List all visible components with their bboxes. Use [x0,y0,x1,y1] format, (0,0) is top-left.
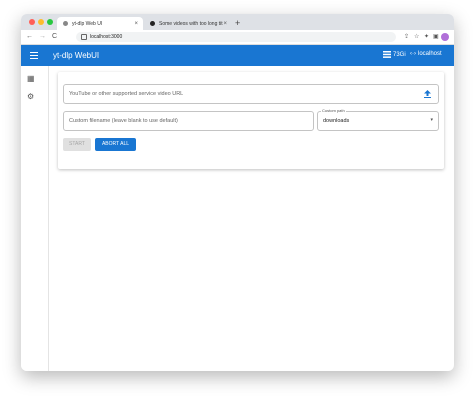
close-window-dot[interactable] [29,19,35,25]
disk-free: 73Gi [393,51,406,58]
start-button[interactable]: START [63,138,91,151]
path-select[interactable]: Custom path downloads ▾ [317,108,439,131]
upload-icon[interactable] [424,90,431,98]
lock-icon [81,33,87,40]
minimize-window-dot[interactable] [38,19,44,25]
browser-toolbar: ← → C localhost:3000 ⇪ ☆ ✦ ▣ [21,30,454,45]
app-bar: yt-dlp WebUI 73Gi ‹·› localhost [21,45,454,66]
extensions-icon[interactable]: ✦ [424,33,429,41]
bookmark-star-icon[interactable]: ☆ [414,33,419,41]
new-tab-button[interactable]: + [235,17,240,29]
dashboard-icon[interactable]: ▦ [27,74,35,83]
tab-strip: yt-dlp Web UI × Some videos with too lon… [21,14,454,30]
tab-github[interactable]: Some videos with too long tit… × [144,17,232,30]
sidebar-panel-icon[interactable]: ▣ [433,33,439,41]
path-value: downloads [323,118,350,124]
connection-icon: ‹·› [410,51,416,57]
host-status: ‹·› localhost [410,51,442,57]
host-name: localhost [418,51,442,57]
forward-button[interactable]: → [39,32,46,42]
disk-status: 73Gi [383,51,406,58]
reload-button[interactable]: C [52,32,57,42]
abort-all-button[interactable]: ABORT ALL [95,138,136,151]
close-tab-icon[interactable]: × [223,21,227,27]
back-button[interactable]: ← [26,32,33,42]
share-icon[interactable]: ⇪ [404,33,409,41]
globe-icon [63,21,68,26]
url-placeholder: YouTube or other supported service video… [69,91,184,97]
tab-ytdlp[interactable]: yt-dlp Web UI × [57,17,143,30]
tab-label: Some videos with too long tit… [159,20,224,27]
filename-input[interactable]: Custom filename (leave blank to use defa… [63,111,314,131]
close-tab-icon[interactable]: × [134,21,138,27]
app-title: yt-dlp WebUI [53,51,100,60]
menu-icon[interactable] [30,51,39,60]
address-bar[interactable]: localhost:3000 [76,32,396,42]
url-text: localhost:3000 [90,34,123,40]
sidebar: ▦ ⚙ [21,66,49,371]
browser-window: yt-dlp Web UI × Some videos with too lon… [21,14,454,371]
filename-placeholder: Custom filename (leave blank to use defa… [69,118,178,124]
storage-icon [383,51,391,58]
tab-label: yt-dlp Web UI [72,20,103,27]
dropdown-arrow-icon: ▾ [430,117,433,123]
maximize-window-dot[interactable] [47,19,53,25]
url-input[interactable]: YouTube or other supported service video… [63,84,439,104]
path-label: Custom path [321,108,346,113]
profile-avatar[interactable] [441,33,449,41]
github-icon [150,21,155,26]
download-form-card: YouTube or other supported service video… [58,72,444,169]
settings-gear-icon[interactable]: ⚙ [27,92,34,101]
